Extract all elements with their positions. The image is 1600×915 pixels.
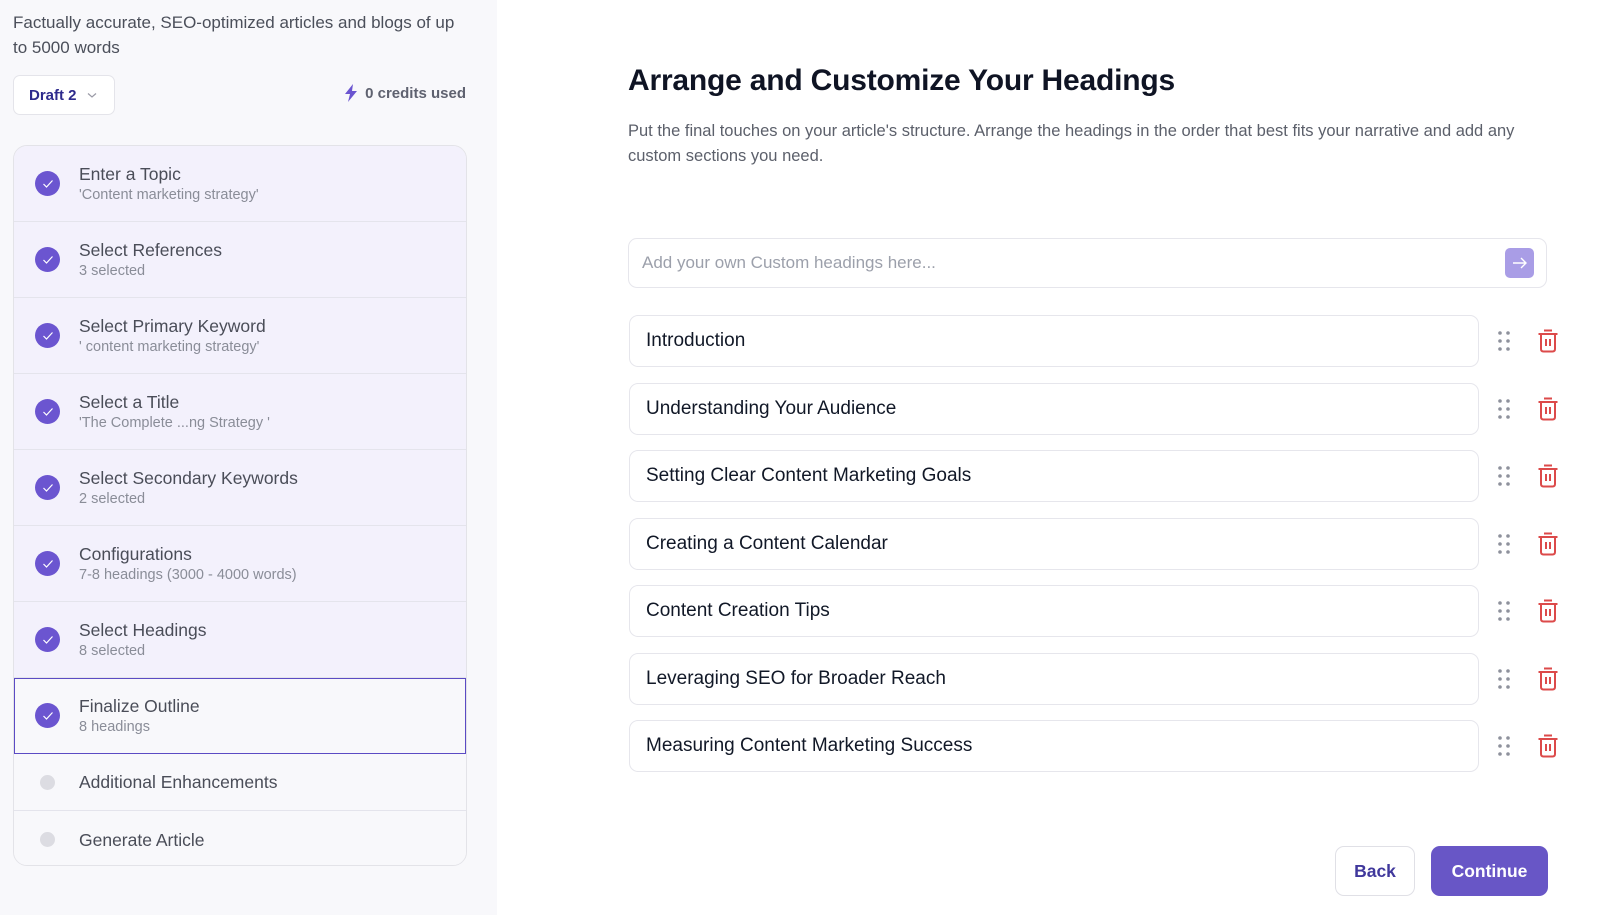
check-circle-icon (35, 323, 60, 348)
custom-heading-field (628, 238, 1547, 288)
step-item[interactable]: Select a Title 'The Complete ...ng Strate… (14, 374, 466, 450)
step-text: Additional Enhancements (79, 771, 277, 793)
step-item[interactable]: Additional Enhancements (14, 754, 466, 811)
heading-input[interactable]: Creating a Content Calendar (629, 517, 1479, 570)
step-text: Configurations 7-8 headings (3000 - 4000 … (79, 543, 297, 585)
drag-handle-icon[interactable] (1497, 668, 1511, 690)
step-summary: 2 selected (79, 490, 146, 507)
heading-input[interactable]: Leveraging SEO for Broader Reach (629, 652, 1479, 705)
chevron-down-icon (87, 93, 96, 98)
step-item[interactable]: Enter a Topic 'Content marketing strategy… (14, 146, 466, 222)
check-circle-icon (35, 703, 60, 728)
drag-handle-icon[interactable] (1497, 330, 1511, 352)
step-summary: ' content marketing strategy' (79, 338, 260, 355)
trash-icon[interactable] (1537, 599, 1559, 623)
step-text: Enter a Topic 'Content marketing strategy… (79, 163, 259, 205)
back-button[interactable]: Back (1335, 846, 1415, 896)
drag-handle-icon[interactable] (1497, 600, 1511, 622)
heading-list: Introduction Understanding Your Audience S… (629, 315, 1579, 788)
sidebar: Factually accurate, SEO-optimized articl… (0, 0, 497, 915)
heading-row: Leveraging SEO for Broader Reach (629, 652, 1579, 705)
check-circle-icon (35, 627, 60, 652)
step-text: Select Primary Keyword ' content marketin… (79, 315, 266, 357)
step-list: Enter a Topic 'Content marketing strategy… (13, 145, 467, 866)
draft-label: Draft 2 (29, 86, 77, 104)
step-item[interactable]: Select Secondary Keywords 2 selected (14, 450, 466, 526)
drag-handle-icon[interactable] (1497, 398, 1511, 420)
heading-row: Introduction (629, 315, 1579, 367)
drag-handle-icon[interactable] (1497, 465, 1511, 487)
step-item[interactable]: Select Headings 8 selected (14, 602, 466, 678)
bolt-icon (345, 84, 358, 102)
step-item[interactable]: Select Primary Keyword ' content marketin… (14, 298, 466, 374)
drag-handle-icon[interactable] (1497, 533, 1511, 555)
step-label: Enter a Topic (79, 163, 181, 184)
step-text: Select References 3 selected (79, 239, 222, 281)
draft-selector[interactable]: Draft 2 (13, 75, 115, 115)
step-label: Generate Article (79, 829, 205, 850)
check-circle-icon (35, 171, 60, 196)
step-summary: 7-8 headings (3000 - 4000 words) (79, 566, 297, 583)
step-label: Configurations (79, 543, 192, 564)
step-item[interactable]: Generate Article (14, 811, 466, 865)
credits-text: 0 credits used (365, 84, 466, 102)
heading-input[interactable]: Setting Clear Content Marketing Goals (629, 450, 1479, 502)
heading-row: Content Creation Tips (629, 585, 1579, 637)
step-text: Generate Article (79, 829, 204, 851)
arrow-right-icon (1512, 257, 1527, 269)
custom-heading-input[interactable] (642, 253, 1492, 273)
step-label: Select Secondary Keywords (79, 467, 298, 488)
step-label: Select Headings (79, 619, 207, 640)
heading-row: Creating a Content Calendar (629, 517, 1579, 570)
step-label: Select Primary Keyword (79, 315, 266, 336)
product-description: Factually accurate, SEO-optimized articl… (13, 13, 455, 57)
drag-handle-icon[interactable] (1497, 735, 1511, 757)
credits-indicator: 0 credits used (344, 84, 466, 102)
step-text: Finalize Outline 8 headings (79, 695, 200, 737)
trash-icon[interactable] (1537, 464, 1559, 488)
step-label: Select a Title (79, 391, 180, 412)
page-title: Arrange and Customize Your Headings (628, 64, 1175, 97)
step-text: Select Headings 8 selected (79, 619, 206, 661)
main-content: Arrange and Customize Your Headings Put … (497, 0, 1600, 915)
trash-icon[interactable] (1537, 329, 1559, 353)
heading-row: Setting Clear Content Marketing Goals (629, 450, 1579, 502)
step-label: Select References (79, 239, 222, 260)
step-summary: 'The Complete ...ng Strategy ' (79, 414, 270, 431)
heading-input[interactable]: Understanding Your Audience (629, 382, 1479, 435)
pending-dot-icon (40, 832, 55, 847)
step-item[interactable]: Select References 3 selected (14, 222, 466, 298)
step-summary: 8 headings (79, 718, 150, 735)
pending-dot-icon (40, 774, 55, 790)
step-summary: 'Content marketing strategy' (79, 186, 259, 203)
heading-row: Measuring Content Marketing Success (629, 720, 1579, 772)
step-summary: 3 selected (79, 262, 146, 279)
heading-input[interactable]: Content Creation Tips (629, 585, 1479, 637)
check-circle-icon (35, 247, 60, 272)
step-label: Additional Enhancements (79, 772, 278, 792)
continue-button[interactable]: Continue (1431, 846, 1548, 896)
check-circle-icon (35, 399, 60, 424)
step-item[interactable]: Configurations 7-8 headings (3000 - 4000 … (14, 526, 466, 602)
heading-input[interactable]: Measuring Content Marketing Success (629, 720, 1479, 772)
step-item[interactable]: Finalize Outline 8 headings (14, 678, 466, 754)
step-summary: 8 selected (79, 642, 146, 659)
step-label: Finalize Outline (79, 695, 200, 716)
trash-icon[interactable] (1537, 397, 1559, 421)
step-text: Select a Title 'The Complete ...ng Strate… (79, 391, 270, 433)
check-circle-icon (35, 551, 60, 576)
trash-icon[interactable] (1537, 734, 1559, 758)
add-heading-button[interactable] (1505, 248, 1534, 278)
heading-row: Understanding Your Audience (629, 382, 1579, 435)
heading-input[interactable]: Introduction (629, 315, 1479, 367)
trash-icon[interactable] (1537, 532, 1559, 556)
page-description: Put the final touches on your article's … (628, 122, 1515, 165)
trash-icon[interactable] (1537, 667, 1559, 691)
step-text: Select Secondary Keywords 2 selected (79, 467, 298, 509)
check-circle-icon (35, 475, 60, 500)
